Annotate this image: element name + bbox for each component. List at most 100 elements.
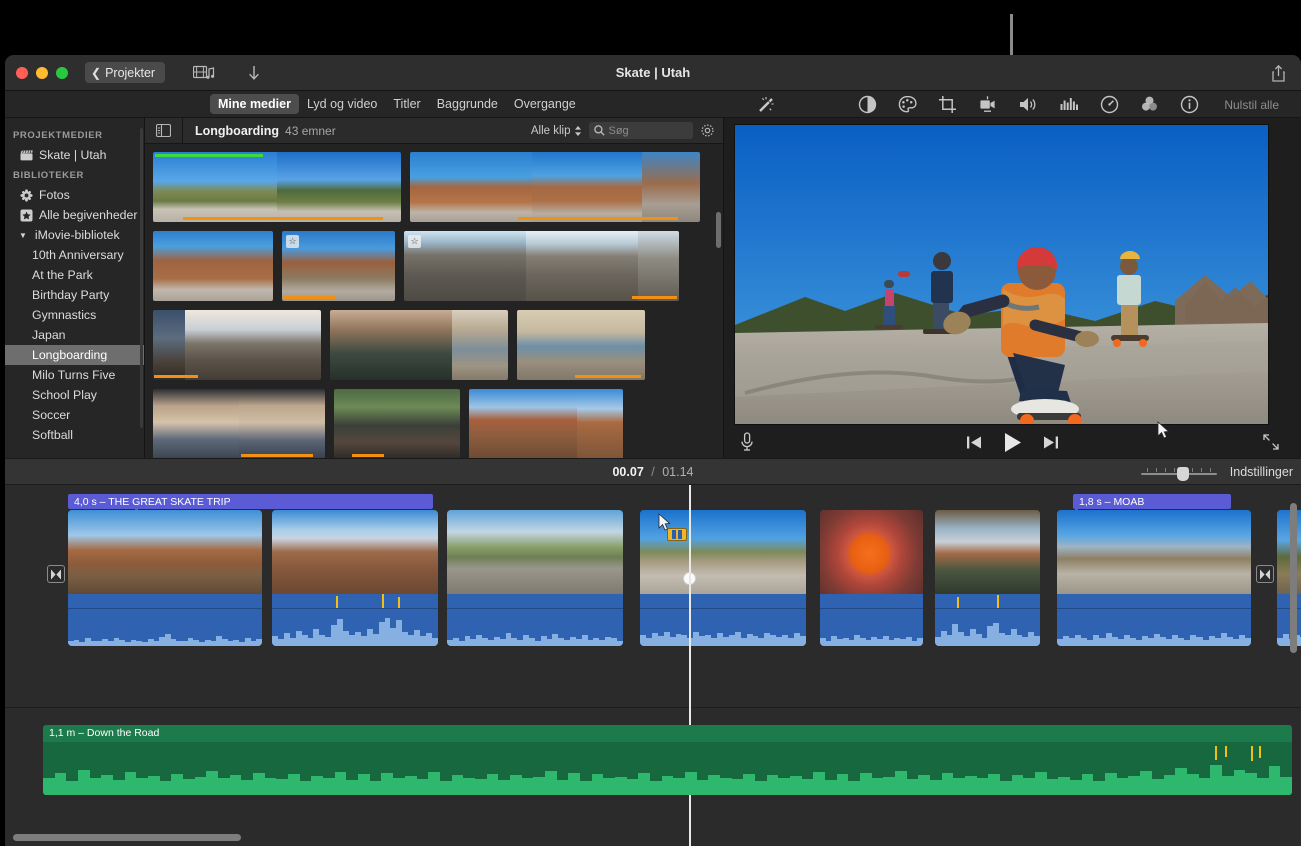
- info-icon[interactable]: [1180, 95, 1199, 114]
- sidebar-item-label: Japan: [32, 328, 66, 342]
- sidebar-item-milo-turns-five[interactable]: Milo Turns Five: [5, 365, 144, 385]
- sidebar-item-school-play[interactable]: School Play: [5, 385, 144, 405]
- sidebar-item-japan[interactable]: Japan: [5, 325, 144, 345]
- tab-lyd-og-video[interactable]: Lyd og video: [299, 94, 385, 114]
- sidebar-item-imovie-bibliotek[interactable]: ▼ iMovie-bibliotek: [5, 225, 144, 245]
- tab-titler[interactable]: Titler: [385, 94, 428, 114]
- zoom-track[interactable]: [1141, 473, 1217, 475]
- sidebar-item-skate-utah[interactable]: Skate | Utah: [5, 145, 144, 165]
- thumbnail-red-rocks[interactable]: [410, 152, 700, 222]
- tab-mine-medier[interactable]: Mine medier: [210, 94, 299, 114]
- back-to-projects-button[interactable]: ❮ Projekter: [85, 62, 165, 83]
- sidebar-item-label: Alle begivenheder: [39, 208, 137, 222]
- thumbnail-passenger[interactable]: [334, 389, 460, 458]
- download-arrow-icon[interactable]: [247, 64, 261, 82]
- title-clip-great-skate-trip[interactable]: 4,0 s – THE GREAT SKATE TRIP: [68, 494, 433, 509]
- imovie-window: ❮ Projekter S: [5, 55, 1301, 846]
- timeline-clip-hillside[interactable]: [1277, 510, 1301, 646]
- sidebar-item-at-the-park[interactable]: At the Park: [5, 265, 144, 285]
- favorite-badge-icon[interactable]: ☆: [286, 235, 299, 248]
- sidebar-item-label: Longboarding: [32, 348, 107, 362]
- sidebar-item-soccer[interactable]: Soccer: [5, 405, 144, 425]
- skip-forward-icon[interactable]: [1043, 435, 1059, 450]
- timeline-vertical-scrollbar[interactable]: [1290, 503, 1297, 653]
- timeline-clip-open-road[interactable]: [447, 510, 623, 646]
- tab-overgange[interactable]: Overgange: [506, 94, 584, 114]
- star-icon: [19, 209, 33, 222]
- timeline-audio-clip[interactable]: 1,1 m – Down the Road: [43, 725, 1292, 795]
- crop-icon[interactable]: [938, 95, 957, 114]
- gear-icon[interactable]: [700, 123, 715, 138]
- timeline-clip-orange-wheel[interactable]: [820, 510, 923, 646]
- magic-wand-icon[interactable]: [757, 96, 775, 114]
- sidebar-toggle-icon[interactable]: [156, 124, 171, 137]
- search-input[interactable]: Søg: [589, 122, 693, 139]
- thumbnail-road-pov[interactable]: ☆: [404, 231, 679, 301]
- transition-left[interactable]: [47, 565, 65, 583]
- clip-audio-area: [820, 594, 923, 646]
- sidebar-item-alle-begivenheder[interactable]: Alle begivenheder: [5, 205, 144, 225]
- transition-right[interactable]: [1256, 565, 1274, 583]
- thumbnail-skater-closeup[interactable]: [153, 152, 401, 222]
- clip-thumbnail: [1277, 510, 1301, 594]
- timeline-zoom-slider[interactable]: [1141, 468, 1217, 475]
- thumbnail-monument-valley[interactable]: [469, 389, 623, 458]
- sidebar-item-fotos[interactable]: Fotos: [5, 185, 144, 205]
- clip-waveform: [820, 608, 923, 646]
- timeline-clip-canyon-overlook[interactable]: [272, 510, 438, 646]
- thumbnail-sunglasses-selfie[interactable]: [330, 310, 508, 380]
- sidebar-item-softball[interactable]: Softball: [5, 425, 144, 445]
- timeline-horizontal-scrollbar[interactable]: [13, 834, 241, 841]
- fullscreen-icon[interactable]: [1262, 433, 1280, 451]
- minimize-button[interactable]: [36, 67, 48, 79]
- title-clip-label: 4,0 s – THE GREAT SKATE TRIP: [74, 496, 231, 508]
- favorite-badge-icon[interactable]: ☆: [408, 235, 421, 248]
- sidebar-scrollbar[interactable]: [140, 128, 143, 428]
- speed-icon[interactable]: [1100, 95, 1119, 114]
- search-placeholder: Søg: [609, 125, 629, 137]
- stabilization-icon[interactable]: [978, 95, 997, 114]
- audio-peak-marker: [1215, 746, 1217, 760]
- skip-back-icon[interactable]: [966, 435, 982, 450]
- sidebar-item-longboarding[interactable]: Longboarding: [5, 345, 144, 365]
- timecode-display: 00.07 / 01.14: [612, 465, 693, 479]
- sidebar-item-gymnastics[interactable]: Gymnastics: [5, 305, 144, 325]
- thumbnail-cliff-skater[interactable]: [153, 231, 273, 301]
- clip-waveform: [1277, 608, 1301, 646]
- sidebar-item-birthday-party[interactable]: Birthday Party: [5, 285, 144, 305]
- tab-baggrunde[interactable]: Baggrunde: [429, 94, 506, 114]
- timeline-clip-monument-valley[interactable]: [68, 510, 262, 646]
- clip-thumbnail: [447, 510, 623, 594]
- clip-filter-select[interactable]: Alle klip: [531, 125, 582, 137]
- thumbnail-group-wall[interactable]: [517, 310, 645, 380]
- color-balance-icon[interactable]: [858, 95, 877, 114]
- reset-all-button[interactable]: Nulstil alle: [1224, 98, 1279, 112]
- color-correction-icon[interactable]: [898, 95, 917, 114]
- filter-icon[interactable]: [1140, 95, 1159, 114]
- timeline-clip-driver-window[interactable]: [935, 510, 1040, 646]
- settings-button[interactable]: Indstillinger: [1230, 465, 1293, 479]
- timeline-cursor: [658, 513, 671, 531]
- share-icon[interactable]: [1270, 64, 1287, 83]
- browser-scrollbar[interactable]: [716, 212, 721, 248]
- thumbnail-row: [153, 310, 723, 380]
- window-titlebar: ❮ Projekter S: [5, 55, 1301, 91]
- video-preview[interactable]: [734, 124, 1269, 425]
- title-clip-moab[interactable]: 1,8 s – MOAB: [1073, 494, 1231, 509]
- timeline-clip-group-skaters[interactable]: [1057, 510, 1251, 646]
- clip-audio-area: [640, 594, 806, 646]
- sidebar-item-10th-anniversary[interactable]: 10th Anniversary: [5, 245, 144, 265]
- film-music-icon[interactable]: [193, 65, 215, 81]
- clip-waveform: [68, 608, 262, 646]
- close-button[interactable]: [16, 67, 28, 79]
- disclosure-triangle-icon[interactable]: ▼: [19, 231, 27, 240]
- thumbnail-sunset-road[interactable]: [153, 310, 321, 380]
- thumbnail-two-skaters[interactable]: ☆: [282, 231, 395, 301]
- equalizer-icon[interactable]: [1059, 95, 1079, 114]
- used-marker: [575, 375, 641, 378]
- zoom-knob[interactable]: [1177, 467, 1189, 481]
- volume-icon[interactable]: [1018, 95, 1038, 114]
- zoom-button[interactable]: [56, 67, 68, 79]
- thumbnail-car-friends[interactable]: [153, 389, 325, 458]
- play-icon[interactable]: [1003, 432, 1022, 453]
